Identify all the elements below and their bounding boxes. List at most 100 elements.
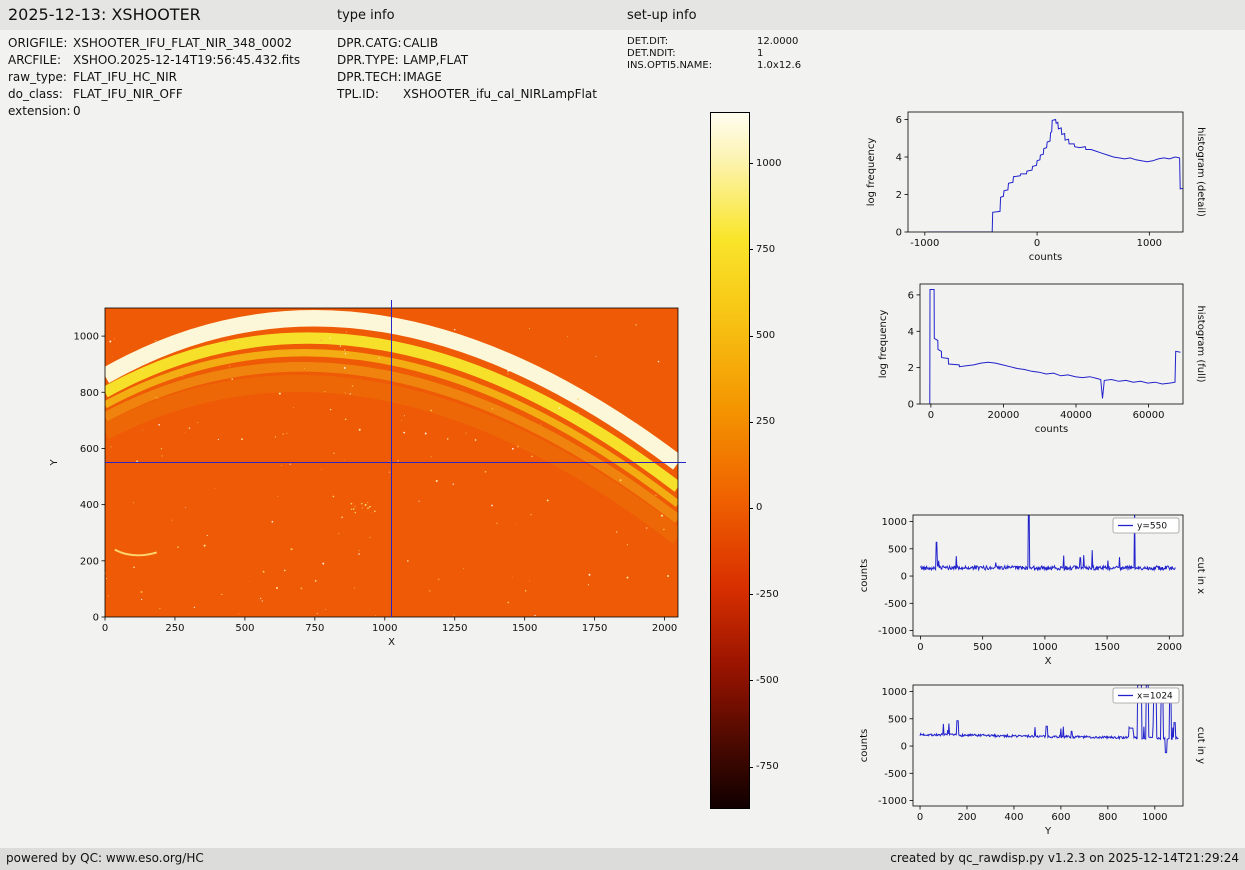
svg-text:500: 500	[235, 623, 254, 634]
info-value: CALIB	[403, 35, 438, 52]
info-row: raw_type:FLAT_IFU_HC_NIR	[8, 69, 300, 86]
svg-text:60000: 60000	[1133, 410, 1165, 421]
svg-text:2000: 2000	[1157, 642, 1182, 653]
colorbar-tick-label: 750	[756, 243, 775, 257]
svg-text:0: 0	[908, 400, 914, 411]
svg-text:-500: -500	[884, 599, 907, 610]
svg-text:400: 400	[80, 500, 99, 511]
svg-text:40000: 40000	[1060, 410, 1092, 421]
colorbar-tick-label: 500	[756, 329, 775, 343]
svg-text:x=1024: x=1024	[1137, 692, 1173, 702]
info-label: raw_type:	[8, 69, 73, 86]
colorbar-tick-mark	[749, 508, 753, 509]
svg-text:600: 600	[80, 444, 99, 455]
detector-image-plot: 0250500750100012501500175020000200400600…	[0, 280, 790, 680]
svg-text:500: 500	[888, 714, 907, 725]
svg-text:2: 2	[908, 363, 914, 374]
svg-text:750: 750	[305, 623, 324, 634]
svg-text:0: 0	[901, 742, 907, 753]
info-value: 0	[73, 103, 81, 120]
info-row: DPR.TYPE:LAMP,FLAT	[337, 52, 597, 69]
svg-text:2000: 2000	[652, 623, 677, 634]
info-label: DPR.TYPE:	[337, 52, 403, 69]
svg-text:1500: 1500	[1094, 642, 1119, 653]
histogram-detail-plot: -1000010000246countslog frequencyhistogr…	[848, 104, 1220, 279]
svg-text:0: 0	[917, 642, 923, 653]
svg-text:4: 4	[896, 153, 902, 164]
info-row: TPL.ID:XSHOOTER_ifu_cal_NIRLampFlat	[337, 86, 597, 103]
info-value: XSHOOTER_IFU_FLAT_NIR_348_0002	[73, 35, 292, 52]
info-value: XSHOO.2025-12-14T19:56:45.432.fits	[73, 52, 300, 69]
info-row: ARCFILE:XSHOO.2025-12-14T19:56:45.432.fi…	[8, 52, 300, 69]
info-row: INS.OPTI5.NAME:1.0x12.6	[627, 60, 801, 72]
page-title: 2025-12-13: XSHOOTER	[8, 5, 201, 24]
info-value: IMAGE	[403, 69, 442, 86]
type-info-heading: type info	[337, 8, 395, 23]
svg-text:0: 0	[102, 623, 108, 634]
info-label: ORIGFILE:	[8, 35, 73, 52]
svg-text:Y: Y	[49, 459, 60, 467]
svg-text:600: 600	[1051, 812, 1070, 823]
colorbar-tick-mark	[749, 249, 753, 250]
svg-text:6: 6	[896, 115, 902, 126]
info-row: DET.NDIT:1	[627, 48, 801, 60]
svg-text:400: 400	[1004, 812, 1023, 823]
colorbar-tick-label: 1000	[756, 157, 781, 171]
svg-text:1000: 1000	[882, 687, 907, 698]
colorbar-tick-label: -750	[756, 760, 779, 774]
setup-info-block: DET.DIT:12.0000 DET.NDIT:1 INS.OPTI5.NAM…	[627, 36, 801, 72]
info-value: FLAT_IFU_NIR_OFF	[73, 86, 183, 103]
info-label: DET.NDIT:	[627, 48, 757, 60]
info-value: 12.0000	[757, 36, 798, 48]
info-value: 1	[757, 48, 763, 60]
footer-bar: powered by QC: www.eso.org/HC created by…	[0, 848, 1245, 870]
info-label: INS.OPTI5.NAME:	[627, 60, 757, 72]
svg-text:y=550: y=550	[1137, 522, 1167, 532]
colorbar-tick-mark	[749, 163, 753, 164]
svg-text:log frequency: log frequency	[878, 310, 889, 379]
svg-text:log frequency: log frequency	[866, 138, 877, 207]
svg-text:1000: 1000	[1032, 642, 1057, 653]
colorbar-tick-mark	[749, 680, 753, 681]
svg-text:0: 0	[917, 812, 923, 823]
info-value: LAMP,FLAT	[403, 52, 468, 69]
type-info-block: DPR.CATG:CALIB DPR.TYPE:LAMP,FLAT DPR.TE…	[337, 35, 597, 103]
info-row: DPR.TECH:IMAGE	[337, 69, 597, 86]
svg-text:Y: Y	[1044, 826, 1052, 837]
info-row: ORIGFILE:XSHOOTER_IFU_FLAT_NIR_348_0002	[8, 35, 300, 52]
svg-text:0: 0	[93, 613, 99, 624]
colorbar-tick-label: 250	[756, 415, 775, 429]
svg-text:1000: 1000	[1142, 812, 1167, 823]
setup-info-heading: set-up info	[627, 8, 697, 23]
svg-text:1000: 1000	[1137, 238, 1162, 249]
colorbar-tick-mark	[749, 336, 753, 337]
svg-text:counts: counts	[859, 729, 870, 762]
info-label: DPR.TECH:	[337, 69, 403, 86]
svg-text:6: 6	[908, 290, 914, 301]
info-value: FLAT_IFU_HC_NIR	[73, 69, 177, 86]
svg-text:0: 0	[901, 572, 907, 583]
svg-text:counts: counts	[1035, 424, 1068, 435]
colorbar-tick-label: -250	[756, 588, 779, 602]
info-value: XSHOOTER_ifu_cal_NIRLampFlat	[403, 86, 597, 103]
footer-powered-by: powered by QC: www.eso.org/HC	[6, 851, 204, 865]
info-row: extension:0	[8, 103, 300, 120]
svg-text:200: 200	[80, 556, 99, 567]
svg-text:histogram (detail): histogram (detail)	[1195, 127, 1206, 217]
svg-text:counts: counts	[1029, 252, 1062, 263]
info-label: do_class:	[8, 86, 73, 103]
info-row: DET.DIT:12.0000	[627, 36, 801, 48]
svg-text:-1000: -1000	[878, 626, 907, 637]
svg-text:800: 800	[1098, 812, 1117, 823]
svg-text:0: 0	[896, 228, 902, 239]
colorbar-tick-mark	[749, 594, 753, 595]
svg-text:-1000: -1000	[910, 238, 939, 249]
svg-text:X: X	[388, 637, 395, 648]
footer-created-by: created by qc_rawdisp.py v1.2.3 on 2025-…	[890, 851, 1239, 865]
colorbar-tick-label: 0	[756, 501, 762, 515]
svg-text:20000: 20000	[988, 410, 1020, 421]
svg-text:2: 2	[896, 190, 902, 201]
qc-report-page: 2025-12-13: XSHOOTER type info set-up in…	[0, 0, 1245, 870]
cut-in-x-plot: 0500100015002000-1000-50005001000Xcounts…	[848, 507, 1220, 682]
info-row: DPR.CATG:CALIB	[337, 35, 597, 52]
